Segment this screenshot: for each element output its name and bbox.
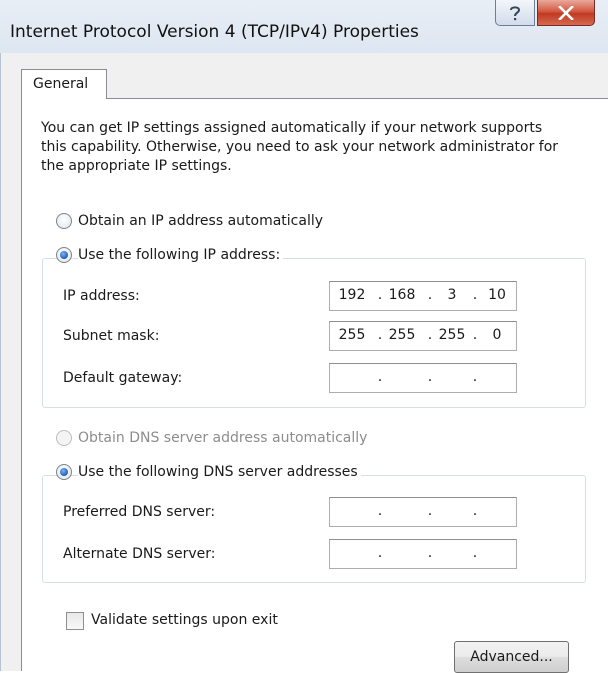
subnet-mask-input[interactable]: 255 . 255 . 255 . 0	[329, 321, 517, 351]
subnet-mask-label: Subnet mask:	[63, 328, 160, 344]
obtain-dns-auto-option: Obtain DNS server address automatically	[56, 430, 371, 446]
use-following-ip-option[interactable]: Use the following IP address:	[56, 247, 284, 263]
window-title: Internet Protocol Version 4 (TCP/IPv4) P…	[10, 22, 419, 42]
alternate-dns-label: Alternate DNS server:	[63, 546, 216, 562]
obtain-dns-auto-label: Obtain DNS server address automatically	[78, 430, 371, 446]
use-following-dns-option[interactable]: Use the following DNS server addresses	[56, 464, 361, 480]
close-button[interactable]	[537, 0, 595, 26]
tab-general[interactable]: General	[21, 69, 107, 99]
default-gateway-label: Default gateway:	[63, 370, 183, 386]
mask-octet-3: 255	[438, 327, 466, 343]
ip-address-label: IP address:	[63, 288, 140, 304]
tab-general-label: General	[33, 76, 89, 92]
ip-octet-4: 10	[488, 287, 506, 303]
help-icon	[510, 5, 521, 20]
obtain-ip-auto-option[interactable]: Obtain an IP address automatically	[56, 213, 327, 229]
default-gateway-input[interactable]: . . .	[329, 363, 517, 393]
use-following-ip-radio[interactable]	[56, 247, 72, 263]
mask-octet-1: 255	[338, 327, 366, 343]
preferred-dns-input[interactable]: . . .	[329, 497, 517, 527]
use-following-ip-label: Use the following IP address:	[78, 247, 284, 263]
ip-address-input[interactable]: 192 . 168 . 3 . 10	[329, 281, 517, 311]
obtain-ip-auto-radio[interactable]	[56, 213, 72, 229]
description-text: You can get IP settings assigned automat…	[41, 120, 559, 174]
advanced-button[interactable]: Advanced...	[454, 641, 569, 673]
alternate-dns-input[interactable]: . . .	[329, 539, 517, 569]
validate-settings-checkbox[interactable]	[66, 612, 84, 630]
validate-settings-label: Validate settings upon exit	[91, 612, 278, 628]
close-icon	[558, 5, 574, 20]
help-button[interactable]	[495, 0, 535, 26]
use-following-dns-label: Use the following DNS server addresses	[78, 464, 361, 480]
mask-octet-4: 0	[492, 327, 502, 343]
ip-octet-2: 168	[388, 287, 416, 303]
obtain-ip-auto-label: Obtain an IP address automatically	[78, 213, 327, 229]
obtain-dns-auto-radio	[56, 430, 72, 446]
preferred-dns-label: Preferred DNS server:	[63, 504, 216, 520]
use-following-dns-radio[interactable]	[56, 464, 72, 480]
ip-octet-1: 192	[338, 287, 366, 303]
ip-octet-3: 3	[447, 287, 457, 303]
mask-octet-2: 255	[388, 327, 416, 343]
